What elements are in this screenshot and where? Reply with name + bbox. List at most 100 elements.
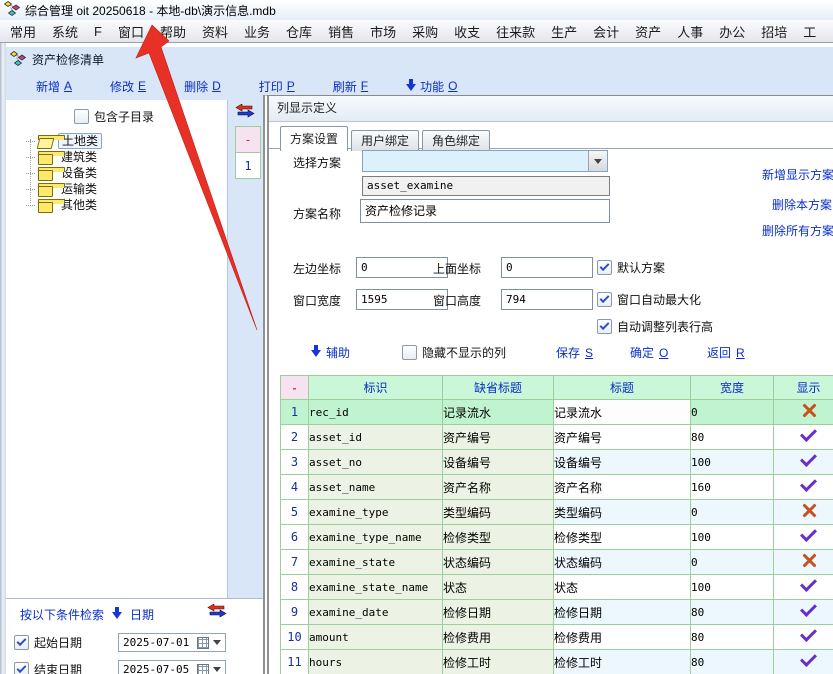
include-subdir-checkbox[interactable] bbox=[74, 109, 89, 124]
cell-title[interactable]: 检修费用 bbox=[554, 625, 691, 650]
checkbox-自动调整列表行高[interactable] bbox=[597, 319, 612, 334]
cell-rownum[interactable]: 8 bbox=[281, 575, 309, 600]
cell-rownum[interactable]: 3 bbox=[281, 450, 309, 475]
menu-item-往来款[interactable]: 往来款 bbox=[488, 22, 543, 41]
cell-visible[interactable] bbox=[774, 400, 833, 425]
cell-title[interactable]: 资产名称 bbox=[554, 475, 691, 500]
hide-columns-checkbox[interactable] bbox=[402, 345, 417, 360]
cell-visible[interactable] bbox=[774, 475, 833, 500]
cell-title[interactable]: 检修日期 bbox=[554, 600, 691, 625]
start-date-field[interactable]: 2025-07-01 bbox=[118, 633, 226, 652]
cell-default-title[interactable]: 设备编号 bbox=[443, 450, 554, 475]
menu-item-F[interactable]: F bbox=[86, 24, 110, 39]
cell-visible[interactable] bbox=[774, 500, 833, 525]
toolbar-button-O[interactable]: 功能O bbox=[406, 78, 457, 95]
menu-item-收支[interactable]: 收支 bbox=[446, 22, 488, 41]
cell-visible[interactable] bbox=[774, 625, 833, 650]
cell-rownum[interactable]: 10 bbox=[281, 625, 309, 650]
grid-row-asset_name[interactable]: 4asset_name资产名称资产名称160 bbox=[281, 475, 833, 500]
menu-item-资料[interactable]: 资料 bbox=[194, 22, 236, 41]
mini-cell--[interactable]: - bbox=[235, 126, 261, 153]
cell-width[interactable]: 0 bbox=[691, 500, 774, 525]
date-filter-label[interactable]: 日期 bbox=[130, 606, 154, 623]
cell-rownum[interactable]: 11 bbox=[281, 650, 309, 674]
start-date-checkbox[interactable] bbox=[14, 635, 29, 650]
swap-dates-icon[interactable] bbox=[207, 604, 227, 621]
cell-id[interactable]: examine_date bbox=[309, 600, 443, 625]
menu-item-会计[interactable]: 会计 bbox=[585, 22, 627, 41]
helper-button[interactable]: 辅助 bbox=[311, 344, 350, 361]
swap-columns-icon[interactable] bbox=[235, 104, 255, 121]
toolbar-button-E[interactable]: 修改E bbox=[110, 78, 146, 95]
cell-title[interactable]: 检修工时 bbox=[554, 650, 691, 674]
cell-id[interactable]: examine_type bbox=[309, 500, 443, 525]
cell-id[interactable]: asset_no bbox=[309, 450, 443, 475]
cell-id[interactable]: rec_id bbox=[309, 400, 443, 425]
delete-scheme-link[interactable]: 删除本方案 bbox=[772, 196, 832, 213]
cell-default-title[interactable]: 检修费用 bbox=[443, 625, 554, 650]
cell-title[interactable]: 状态 bbox=[554, 575, 691, 600]
tab-方案设置[interactable]: 方案设置 bbox=[280, 126, 348, 151]
menu-item-采购[interactable]: 采购 bbox=[404, 22, 446, 41]
menu-item-人事[interactable]: 人事 bbox=[669, 22, 711, 41]
cell-rownum[interactable]: 6 bbox=[281, 525, 309, 550]
cell-width[interactable]: 0 bbox=[691, 550, 774, 575]
end-date-checkbox[interactable] bbox=[14, 662, 29, 674]
chevron-down-icon[interactable] bbox=[213, 640, 221, 645]
combobox-dropdown-button[interactable] bbox=[588, 151, 607, 171]
cell-title[interactable]: 检修类型 bbox=[554, 525, 691, 550]
scheme-name-input[interactable]: 资产检修记录 bbox=[360, 199, 610, 223]
cell-rownum[interactable]: 5 bbox=[281, 500, 309, 525]
menu-item-系统[interactable]: 系统 bbox=[44, 22, 86, 41]
cell-title[interactable]: 资产编号 bbox=[554, 425, 691, 450]
cell-width[interactable]: 100 bbox=[691, 575, 774, 600]
menu-item-常用[interactable]: 常用 bbox=[2, 22, 44, 41]
cell-title[interactable]: 设备编号 bbox=[554, 450, 691, 475]
menu-item-仓库[interactable]: 仓库 bbox=[278, 22, 320, 41]
scheme-combobox[interactable] bbox=[362, 150, 608, 172]
toolbar-button-A[interactable]: 新增A bbox=[36, 78, 72, 95]
menu-item-市场[interactable]: 市场 bbox=[362, 22, 404, 41]
grid-row-amount[interactable]: 10amount检修费用检修费用80 bbox=[281, 625, 833, 650]
cell-id[interactable]: examine_state bbox=[309, 550, 443, 575]
cell-rownum[interactable]: 9 bbox=[281, 600, 309, 625]
tree-item-土地类[interactable]: 土地类 bbox=[24, 133, 227, 149]
grid-row-examine_type_name[interactable]: 6examine_type_name检修类型检修类型100 bbox=[281, 525, 833, 550]
cell-title[interactable]: 类型编码 bbox=[554, 500, 691, 525]
add-scheme-link[interactable]: 新增显示方案 bbox=[762, 166, 833, 183]
grid-row-examine_state_name[interactable]: 8examine_state_name状态状态100 bbox=[281, 575, 833, 600]
tree-item-建筑类[interactable]: 建筑类 bbox=[24, 149, 227, 165]
cell-width[interactable]: 100 bbox=[691, 450, 774, 475]
cell-id[interactable]: asset_id bbox=[309, 425, 443, 450]
cell-title[interactable]: 状态编码 bbox=[554, 550, 691, 575]
top-coord-input[interactable]: 0 bbox=[501, 257, 593, 278]
toolbar-button-D[interactable]: 删除D bbox=[184, 78, 221, 95]
cell-width[interactable]: 80 bbox=[691, 650, 774, 674]
menu-item-生产[interactable]: 生产 bbox=[543, 22, 585, 41]
tree-item-设备类[interactable]: 设备类 bbox=[24, 165, 227, 181]
cell-visible[interactable] bbox=[774, 450, 833, 475]
grid-row-examine_state[interactable]: 7examine_state状态编码状态编码0 bbox=[281, 550, 833, 575]
mini-cell-1[interactable]: 1 bbox=[235, 153, 261, 179]
menu-item-销售[interactable]: 销售 bbox=[320, 22, 362, 41]
cell-default-title[interactable]: 资产名称 bbox=[443, 475, 554, 500]
toolbar-button-P[interactable]: 打印P bbox=[259, 78, 295, 95]
cell-rownum[interactable]: 4 bbox=[281, 475, 309, 500]
cell-visible[interactable] bbox=[774, 550, 833, 575]
cell-rownum[interactable]: 7 bbox=[281, 550, 309, 575]
cell-visible[interactable] bbox=[774, 525, 833, 550]
delete-all-schemes-link[interactable]: 删除所有方案 bbox=[762, 222, 833, 239]
window-height-input[interactable]: 794 bbox=[501, 289, 593, 310]
menu-item-招培[interactable]: 招培 bbox=[753, 22, 795, 41]
cell-width[interactable]: 160 bbox=[691, 475, 774, 500]
cell-width[interactable]: 0 bbox=[691, 400, 774, 425]
menu-item-窗口[interactable]: 窗口 bbox=[110, 22, 152, 41]
grid-row-hours[interactable]: 11hours检修工时检修工时80 bbox=[281, 650, 833, 674]
toolbar-button-F[interactable]: 刷新F bbox=[333, 78, 368, 95]
cell-id[interactable]: asset_name bbox=[309, 475, 443, 500]
cell-width[interactable]: 100 bbox=[691, 525, 774, 550]
cell-default-title[interactable]: 记录流水 bbox=[443, 400, 554, 425]
cell-width[interactable]: 80 bbox=[691, 625, 774, 650]
ok-button[interactable]: 确定 O bbox=[630, 344, 668, 361]
grid-row-asset_id[interactable]: 2asset_id资产编号资产编号80 bbox=[281, 425, 833, 450]
